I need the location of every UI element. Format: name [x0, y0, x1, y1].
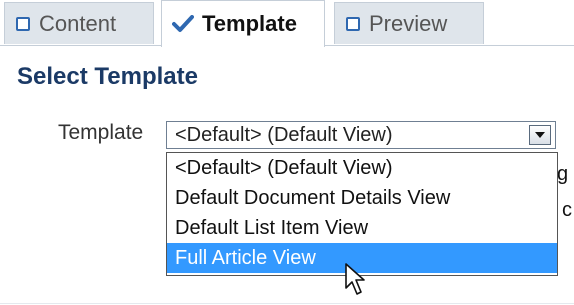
- page-title: Select Template: [17, 63, 198, 90]
- tab-bar: Content Template Preview: [0, 0, 574, 47]
- tab-template-label: Template: [202, 11, 297, 36]
- template-select-value: <Default> (Default View): [175, 124, 393, 146]
- tab-preview-label: Preview: [369, 10, 448, 36]
- template-select[interactable]: <Default> (Default View): [166, 121, 556, 149]
- template-dropdown-list: <Default> (Default View) Default Documen…: [166, 152, 558, 276]
- checkbox-empty-icon: [16, 16, 30, 31]
- divider: [0, 303, 574, 304]
- obscured-text: g: [557, 163, 569, 185]
- mouse-pointer-icon: [344, 262, 370, 303]
- dropdown-option[interactable]: <Default> (Default View): [167, 153, 557, 183]
- checkbox-empty-icon: [346, 16, 360, 31]
- tab-content-label: Content: [39, 10, 117, 36]
- tab-content[interactable]: Content: [4, 2, 154, 44]
- dropdown-button[interactable]: [529, 125, 551, 145]
- obscured-text: c: [562, 199, 572, 221]
- tab-preview[interactable]: Preview: [334, 2, 484, 44]
- dropdown-option[interactable]: Default Document Details View: [167, 183, 557, 213]
- template-label: Template: [58, 121, 144, 144]
- tab-template[interactable]: Template: [161, 0, 325, 47]
- dropdown-option[interactable]: Default List Item View: [167, 213, 557, 243]
- checkmark-icon: [172, 15, 194, 33]
- active-tab-gap: [162, 45, 324, 47]
- chevron-down-icon: [535, 132, 545, 138]
